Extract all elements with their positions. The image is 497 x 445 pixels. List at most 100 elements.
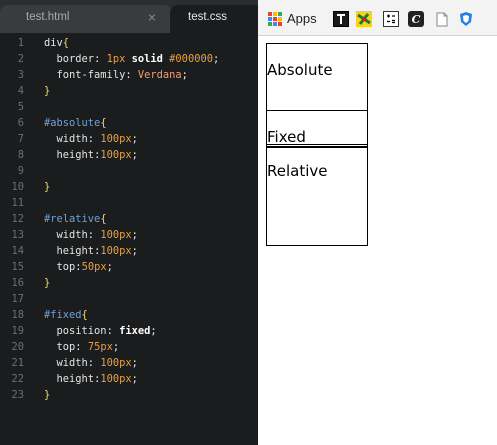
code-line[interactable]: 14 height:100px; [0, 243, 258, 259]
code-token: 100px [100, 357, 132, 369]
code-token: ; [212, 53, 220, 65]
code-line[interactable]: 12 #relative{ [0, 211, 258, 227]
code-area[interactable]: 1 div{2 border: 1px solid #000000; 3 font-… [0, 33, 258, 445]
code-line[interactable]: 21 width: 100px; [0, 355, 258, 371]
close-tab-icon[interactable]: × [148, 5, 156, 29]
code-token: : [75, 341, 88, 353]
code-line[interactable]: 2 border: 1px solid #000000; [0, 51, 258, 67]
editor-tab-bar: test.html × test.css [0, 0, 258, 33]
code-line[interactable]: 10} [0, 179, 258, 195]
code-token: #000000 [169, 53, 213, 65]
code-token: { [62, 37, 70, 49]
code-token: Verdana [137, 69, 182, 81]
line-number: 7 [17, 133, 24, 145]
code-line[interactable]: 18 #fixed{ [0, 307, 258, 323]
code-line[interactable]: 6 #absolute{ [0, 115, 258, 131]
code-line[interactable]: 9 [0, 163, 258, 179]
code-line[interactable]: 17 [0, 291, 258, 307]
code-line[interactable]: 16} [0, 275, 258, 291]
line-number: 18 [11, 309, 24, 321]
line-number: 1 [17, 37, 24, 49]
tab-label: test.html [26, 11, 70, 23]
apps-grid-icon[interactable] [268, 12, 282, 26]
line-number: 11 [11, 197, 24, 209]
code-line[interactable]: 22 height:100px; [0, 371, 258, 387]
page-icon[interactable] [434, 11, 450, 27]
code-token: : [87, 229, 101, 241]
code-token: } [44, 181, 51, 193]
line-number: 16 [11, 277, 24, 289]
line-number: 8 [17, 149, 24, 161]
code-token: font-family [56, 69, 126, 81]
browser-window: Apps C Absolute Relative Fixed [258, 0, 497, 445]
code-line[interactable]: 11 [0, 195, 258, 211]
code-token: border [56, 53, 95, 65]
code-token: height [56, 373, 95, 385]
code-token: 50px [81, 261, 107, 273]
code-token: width [56, 357, 88, 369]
code-token: #relative [44, 213, 101, 225]
tab-label: test.css [188, 11, 227, 23]
code-line[interactable]: 23} [0, 387, 258, 403]
code-token: { [81, 309, 88, 321]
code-token: solid [131, 53, 163, 65]
code-token: ; [131, 357, 138, 369]
code-token: ; [181, 69, 188, 81]
line-number: 6 [17, 117, 24, 129]
code-line[interactable]: 1 div{ [0, 35, 258, 51]
line-number: 21 [11, 357, 24, 369]
line-number: 10 [11, 181, 24, 193]
line-number: 13 [11, 229, 24, 241]
apps-label[interactable]: Apps [287, 11, 317, 29]
code-token: top [56, 341, 76, 353]
code-token: } [44, 85, 51, 97]
line-number: 22 [11, 373, 24, 385]
code-line[interactable]: 19 position: fixed; [0, 323, 258, 339]
calculator-icon[interactable] [383, 11, 399, 27]
code-token: fixed [119, 325, 151, 337]
line-number: 12 [11, 213, 24, 225]
code-token: ; [131, 149, 138, 161]
code-token: { [100, 117, 107, 129]
line-number: 5 [17, 101, 24, 113]
line-number: 9 [17, 165, 24, 177]
relative-text: Relative [267, 162, 328, 180]
tab-test-html[interactable]: test.html × [0, 5, 172, 33]
line-number: 19 [11, 325, 24, 337]
line-number: 14 [11, 245, 24, 257]
bookmark-1-icon[interactable] [333, 11, 349, 27]
code-line[interactable]: 8 height:100px; [0, 147, 258, 163]
shield-icon[interactable] [458, 11, 474, 27]
code-line[interactable]: 3 font-family: Verdana; [0, 67, 258, 83]
relative-box [266, 144, 368, 246]
code-token: 100px [100, 229, 132, 241]
code-line[interactable]: 15 top:50px; [0, 259, 258, 275]
code-token: 100px [100, 149, 132, 161]
code-token: 75px [87, 341, 113, 353]
line-number: 23 [11, 389, 24, 401]
code-line[interactable]: 13 width: 100px; [0, 227, 258, 243]
bookmarks-bar: Apps C [258, 0, 497, 36]
code-token: position [56, 325, 107, 337]
code-token: : [94, 53, 107, 65]
code-line[interactable]: 5 [0, 99, 258, 115]
code-token: : [125, 69, 138, 81]
code-line[interactable]: 7 width: 100px; [0, 131, 258, 147]
bookmark-2-icon[interactable] [356, 11, 372, 27]
code-token: : [106, 325, 120, 337]
code-line[interactable]: 4} [0, 83, 258, 99]
code-token: width [56, 133, 88, 145]
line-number: 2 [17, 53, 24, 65]
script-c-icon[interactable]: C [408, 11, 424, 27]
tab-test-css[interactable]: test.css [170, 5, 258, 33]
code-token: 100px [100, 133, 132, 145]
code-token: : [87, 357, 101, 369]
code-line[interactable]: 20 top: 75px; [0, 339, 258, 355]
